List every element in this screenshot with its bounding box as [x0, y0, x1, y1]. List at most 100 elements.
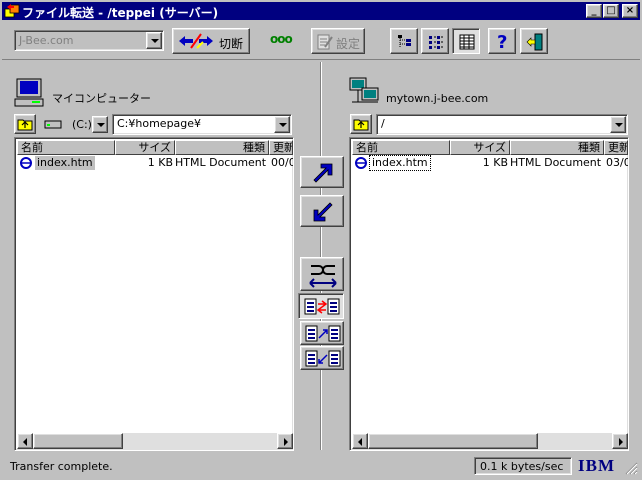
local-file-name: index.htm [35, 156, 95, 170]
details-view-icon [459, 34, 475, 50]
sync-left-icon [305, 350, 341, 367]
local-host-name: マイコンピューター [52, 92, 151, 105]
svg-text:?: ? [497, 32, 507, 52]
maximize-button[interactable]: □ [603, 4, 619, 18]
disconnect-label: 切断 [219, 37, 244, 51]
html-file-icon [20, 157, 32, 169]
disconnect-icon [179, 33, 213, 49]
remote-scroll-thumb[interactable] [368, 433, 538, 449]
up-folder-icon [353, 119, 369, 131]
local-file-size: 1 KB [147, 156, 173, 169]
local-path-combo[interactable]: C:¥homepage¥ [112, 114, 292, 135]
local-file-type: HTML Document [175, 156, 267, 169]
remote-path-value: / [381, 117, 385, 130]
sync-upload-button[interactable] [300, 321, 344, 345]
view-list-button[interactable] [421, 28, 449, 54]
settings-icon [317, 34, 333, 50]
table-row[interactable]: index.htm 1 KB HTML Document 00/0 [17, 155, 293, 171]
local-drive-dropdown[interactable] [92, 116, 108, 133]
local-path-dropdown[interactable] [274, 116, 290, 133]
download-button[interactable] [300, 195, 344, 227]
remote-col-name[interactable]: 名前 [352, 140, 450, 155]
resize-grip-icon[interactable] [624, 461, 638, 475]
minimize-button[interactable]: _ [586, 4, 602, 18]
local-file-modified: 00/0 [271, 156, 293, 169]
pane-divider[interactable] [320, 62, 322, 450]
title-bar: ファイル転送 - /teppei (サーバー) _ □ × [2, 2, 640, 20]
close-label: × [625, 5, 635, 16]
local-file-list[interactable]: 名前 サイズ 種類 更新 index.htm 1 KB HTML Documen… [14, 137, 294, 451]
view-tree-button[interactable] [390, 28, 418, 54]
minimize-label: _ [591, 5, 597, 16]
status-message: Transfer complete. [10, 460, 113, 473]
arrow-up-right-icon [313, 163, 333, 183]
app-icon [4, 4, 20, 18]
remote-file-list[interactable]: 名前 サイズ 種類 更新 index.htm 1 KB HTML Documen… [349, 137, 629, 451]
settings-button[interactable]: 設定 [311, 28, 365, 54]
remote-file-type: HTML Document [510, 156, 602, 169]
sync-right-icon [305, 325, 341, 342]
local-scroll-right-button[interactable] [277, 433, 293, 449]
sync-download-button[interactable] [300, 346, 344, 370]
help-button[interactable]: ? [488, 28, 516, 54]
local-drive-combo[interactable]: (C:) [40, 114, 110, 135]
local-up-folder-button[interactable] [14, 114, 36, 134]
host-combo[interactable]: J-Bee.com [14, 30, 164, 51]
remote-server-icon [349, 77, 379, 103]
remote-col-modified[interactable]: 更新 [604, 140, 628, 155]
host-combo-value: J-Bee.com [19, 34, 74, 47]
remote-host-name: mytown.j-bee.com [386, 92, 489, 105]
remote-hscrollbar[interactable] [352, 433, 628, 450]
sync-both-icon [304, 298, 340, 315]
close-button[interactable]: × [622, 4, 638, 18]
remote-path-dropdown[interactable] [610, 116, 626, 133]
disconnect-button[interactable]: 切断 [172, 28, 250, 54]
local-path-value: C:¥homepage¥ [117, 117, 202, 130]
view-details-button[interactable] [452, 28, 480, 54]
sync-compare-button[interactable] [300, 257, 344, 291]
local-scroll-thumb[interactable] [33, 433, 123, 449]
sync-both-button[interactable] [298, 293, 344, 319]
local-scroll-left-button[interactable] [17, 433, 33, 449]
local-hscrollbar[interactable] [17, 433, 293, 450]
local-col-size[interactable]: サイズ [115, 140, 175, 155]
compare-arrows-icon [309, 265, 337, 288]
connection-indicator-icon: ooo [270, 32, 293, 46]
transfer-speed-panel: 0.1 k bytes/sec [474, 457, 572, 475]
exit-door-icon [526, 33, 543, 51]
remote-col-type[interactable]: 種類 [510, 140, 604, 155]
upload-button[interactable] [300, 156, 344, 188]
up-folder-icon [17, 119, 33, 131]
arrow-down-left-icon [313, 202, 333, 222]
local-list-header: 名前 サイズ 種類 更新 [17, 140, 293, 155]
hard-drive-icon [44, 120, 62, 129]
table-row[interactable]: index.htm 1 KB HTML Document 03/0 [352, 155, 628, 171]
toolbar: J-Bee.com 切断 ooo 設定 ? [2, 24, 640, 60]
transfer-speed: 0.1 k bytes/sec [480, 460, 564, 473]
remote-list-header: 名前 サイズ 種類 更新 [352, 140, 628, 155]
remote-file-modified: 03/0 [606, 156, 628, 169]
remote-path-combo[interactable]: / [376, 114, 628, 135]
local-col-modified[interactable]: 更新 [269, 140, 293, 155]
local-computer-icon [14, 78, 44, 107]
settings-label: 設定 [336, 37, 361, 51]
remote-col-size[interactable]: サイズ [450, 140, 510, 155]
host-combo-dropdown[interactable] [146, 32, 162, 49]
exit-button[interactable] [520, 28, 548, 54]
tree-view-icon [398, 35, 411, 47]
html-file-icon [355, 157, 367, 169]
list-view-icon [429, 36, 443, 49]
remote-file-size: 1 KB [482, 156, 508, 169]
status-bar: Transfer complete. 0.1 k bytes/sec IBM [2, 455, 640, 478]
remote-file-name: index.htm [369, 155, 431, 171]
remote-up-folder-button[interactable] [350, 114, 372, 134]
local-col-type[interactable]: 種類 [175, 140, 269, 155]
remote-scroll-left-button[interactable] [352, 433, 368, 449]
window-title: ファイル転送 - /teppei (サーバー) [22, 6, 219, 20]
ibm-logo: IBM [578, 456, 615, 475]
remote-scroll-right-button[interactable] [612, 433, 628, 449]
local-drive-value: (C:) [72, 118, 92, 131]
maximize-label: □ [606, 5, 616, 16]
local-col-name[interactable]: 名前 [17, 140, 115, 155]
help-icon: ? [497, 32, 507, 52]
